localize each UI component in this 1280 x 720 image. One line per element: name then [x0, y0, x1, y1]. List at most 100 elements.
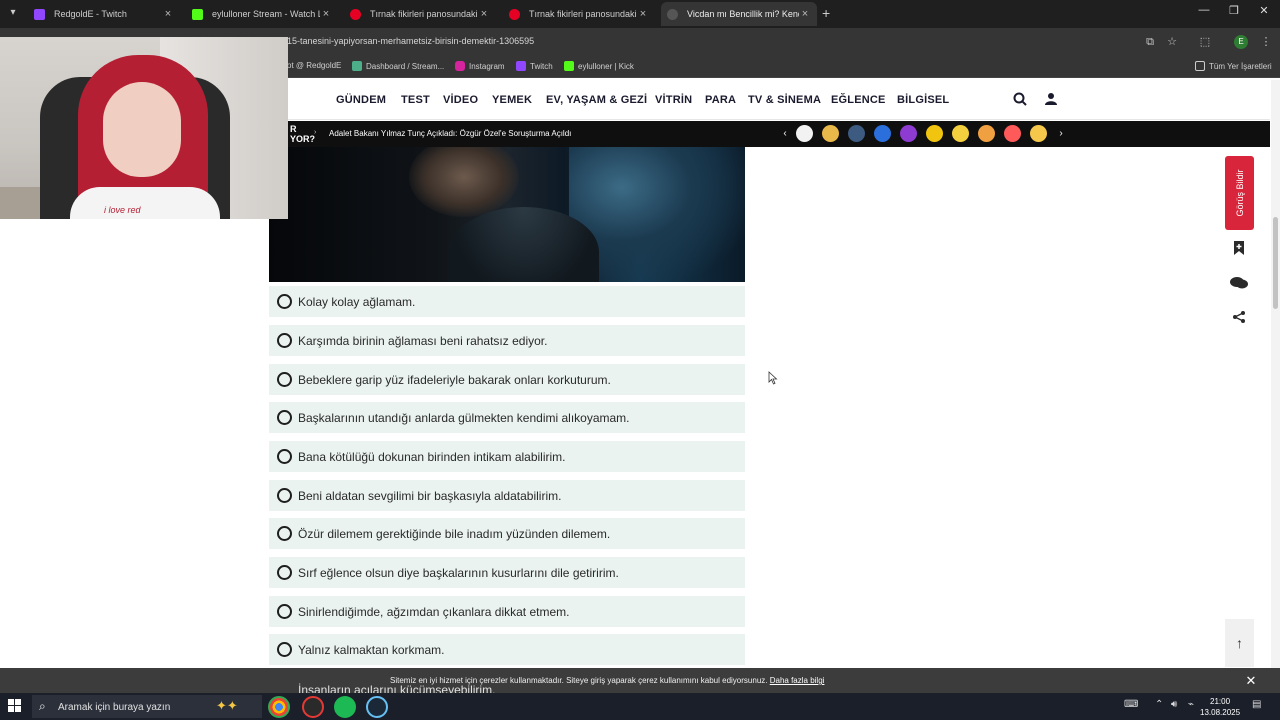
- steam-icon[interactable]: [366, 696, 388, 718]
- pinterest-icon: [509, 8, 520, 20]
- bookmark-item[interactable]: Instagram: [455, 61, 505, 71]
- radio-icon[interactable]: [277, 372, 292, 387]
- keyboard-icon[interactable]: ⌨: [1124, 699, 1138, 710]
- windows-start-icon[interactable]: [8, 699, 22, 713]
- new-tab-icon[interactable]: +: [822, 5, 830, 21]
- folder-icon: [1195, 61, 1205, 71]
- quiz-option[interactable]: Sırf eğlence olsun diye başkalarının kus…: [269, 557, 745, 588]
- volume-icon[interactable]: 🔊︎: [1171, 699, 1177, 710]
- tab-twitch[interactable]: RedgoldE - Twitch ×: [28, 2, 180, 26]
- search-icon[interactable]: [1012, 92, 1028, 108]
- close-tab-icon[interactable]: ×: [320, 8, 332, 20]
- bookmark-item[interactable]: ot @ RedgoldE: [287, 61, 341, 70]
- reaction-icon[interactable]: [978, 125, 995, 142]
- quiz-option[interactable]: Başkalarının utandığı anlarda gülmekten …: [269, 402, 745, 433]
- close-tab-icon[interactable]: ×: [162, 8, 174, 20]
- quiz-option[interactable]: Karşımda birinin ağlaması beni rahatsız …: [269, 325, 745, 356]
- spotify-icon[interactable]: [334, 696, 356, 718]
- nav-para[interactable]: PARA: [705, 94, 736, 106]
- radio-icon[interactable]: [277, 294, 292, 309]
- quiz-option-partial: İnsanların acılarını küçümseyebilirim.: [298, 683, 496, 693]
- quiz-option[interactable]: Bebeklere garip yüz ifadeleriyle bakarak…: [269, 364, 745, 395]
- scrollbar-thumb[interactable]: [1273, 217, 1278, 309]
- quiz-option[interactable]: Kolay kolay ağlamam.: [269, 286, 745, 317]
- close-icon[interactable]: ✕: [1244, 673, 1258, 689]
- taskbar-clock[interactable]: 21:00 13.08.2025: [1200, 696, 1240, 718]
- reaction-icon[interactable]: [952, 125, 969, 142]
- feedback-button[interactable]: Görüş Bildir: [1225, 156, 1254, 230]
- tab-active-quiz[interactable]: Vicdan mı Bencillik mi? Kendini ×: [661, 2, 817, 26]
- close-tab-icon[interactable]: ×: [478, 8, 490, 20]
- page-scrollbar[interactable]: [1271, 80, 1280, 668]
- radio-icon[interactable]: [277, 526, 292, 541]
- nav-vitrin[interactable]: VİTRİN: [655, 94, 692, 106]
- nav-test[interactable]: TEST: [401, 94, 430, 106]
- radio-icon[interactable]: [277, 642, 292, 657]
- user-icon[interactable]: [1043, 92, 1059, 108]
- reaction-ok-icon[interactable]: [796, 125, 813, 142]
- minimize-icon[interactable]: —: [1194, 4, 1214, 16]
- radio-icon[interactable]: [277, 488, 292, 503]
- close-window-icon[interactable]: ✕: [1254, 4, 1274, 17]
- all-bookmarks[interactable]: Tüm Yer İşaretleri: [1195, 61, 1272, 71]
- reaction-icon[interactable]: [874, 125, 891, 142]
- bookmark-star-icon[interactable]: ☆: [1164, 34, 1180, 50]
- quiz-option[interactable]: Bana kötülüğü dokunan birinden intikam a…: [269, 441, 745, 472]
- chrome-icon[interactable]: [268, 696, 290, 718]
- reaction-icon[interactable]: [1030, 125, 1047, 142]
- reaction-icon[interactable]: [848, 125, 865, 142]
- quiz-option[interactable]: Özür dilemem gerektiğinde bile inadım yü…: [269, 518, 745, 549]
- nav-tv-sinema[interactable]: TV & SİNEMA: [748, 94, 821, 106]
- ticker-headline[interactable]: Adalet Bakanı Yılmaz Tunç Açıkladı: Özgü…: [329, 129, 571, 138]
- share-icon[interactable]: [1229, 309, 1249, 329]
- reaction-icon[interactable]: [926, 125, 943, 142]
- tab-pinterest-2[interactable]: Tırnak fikirleri panosundaki Pin ×: [503, 2, 655, 26]
- chevron-up-icon[interactable]: ⌃: [1155, 699, 1163, 710]
- radio-icon[interactable]: [277, 410, 292, 425]
- chevron-right-icon[interactable]: ›: [1056, 128, 1066, 139]
- scroll-to-top-button[interactable]: ↑: [1225, 619, 1254, 667]
- browser-tab-bar: ▾ RedgoldE - Twitch × eylulloner Stream …: [0, 0, 1280, 28]
- install-app-icon[interactable]: ⧉: [1142, 34, 1158, 50]
- news-ticker: R YOR? › Adalet Bakanı Yılmaz Tunç Açıkl…: [288, 121, 1270, 147]
- taskbar-search[interactable]: ⌕ Aramak için buraya yazın ✦✦: [32, 695, 262, 718]
- comments-icon[interactable]: [1229, 275, 1249, 295]
- reaction-strip: ‹ ›: [780, 125, 1072, 142]
- profile-avatar[interactable]: E: [1234, 35, 1248, 49]
- reaction-icon[interactable]: [822, 125, 839, 142]
- radio-icon[interactable]: [277, 333, 292, 348]
- nav-eglence[interactable]: EĞLENCE: [831, 94, 886, 106]
- kick-icon: [192, 8, 203, 20]
- network-icon[interactable]: ⌁: [1188, 699, 1194, 710]
- tab-kick[interactable]: eylulloner Stream - Watch Live ×: [186, 2, 338, 26]
- cookie-more-info-link[interactable]: Daha fazla bilgi: [770, 676, 825, 685]
- quiz-option[interactable]: Sinirlendiğimde, ağzımdan çıkanlara dikk…: [269, 596, 745, 627]
- radio-icon[interactable]: [277, 565, 292, 580]
- reaction-icon[interactable]: [1004, 125, 1021, 142]
- bookmark-item[interactable]: Twitch: [516, 61, 553, 71]
- bookmark-add-icon[interactable]: [1229, 240, 1249, 260]
- notifications-icon[interactable]: ▤: [1252, 699, 1261, 710]
- close-tab-icon[interactable]: ×: [637, 8, 649, 20]
- nav-video[interactable]: VİDEO: [443, 94, 478, 106]
- tab-pinterest-1[interactable]: Tırnak fikirleri panosundaki Pin ×: [344, 2, 496, 26]
- bookmark-item[interactable]: Dashboard / Stream...: [352, 61, 444, 71]
- reaction-icon[interactable]: [900, 125, 917, 142]
- close-tab-icon[interactable]: ×: [799, 8, 811, 20]
- quiz-option[interactable]: Yalnız kalmaktan korkmam.: [269, 634, 745, 665]
- nav-gundem[interactable]: GÜNDEM: [336, 94, 386, 106]
- nav-ev-yasam-gezi[interactable]: EV, YAŞAM & GEZİ: [546, 94, 647, 106]
- tab-search-icon[interactable]: ▾: [4, 4, 22, 22]
- radio-icon[interactable]: [277, 449, 292, 464]
- nav-yemek[interactable]: YEMEK: [492, 94, 532, 106]
- bookmark-item[interactable]: eylulloner | Kick: [564, 61, 634, 71]
- restore-icon[interactable]: ❐: [1224, 4, 1244, 17]
- nav-bilgisel[interactable]: BİLGİSEL: [897, 94, 949, 106]
- more-menu-icon[interactable]: ⋮: [1258, 34, 1274, 50]
- extensions-icon[interactable]: ⬚: [1197, 34, 1213, 50]
- obs-icon[interactable]: [302, 696, 324, 718]
- url-field[interactable]: 15-tanesini-yapiyorsan-merhametsiz-biris…: [287, 36, 534, 46]
- radio-icon[interactable]: [277, 604, 292, 619]
- quiz-option[interactable]: Beni aldatan sevgilimi bir başkasıyla al…: [269, 480, 745, 511]
- chevron-left-icon[interactable]: ‹: [780, 128, 790, 139]
